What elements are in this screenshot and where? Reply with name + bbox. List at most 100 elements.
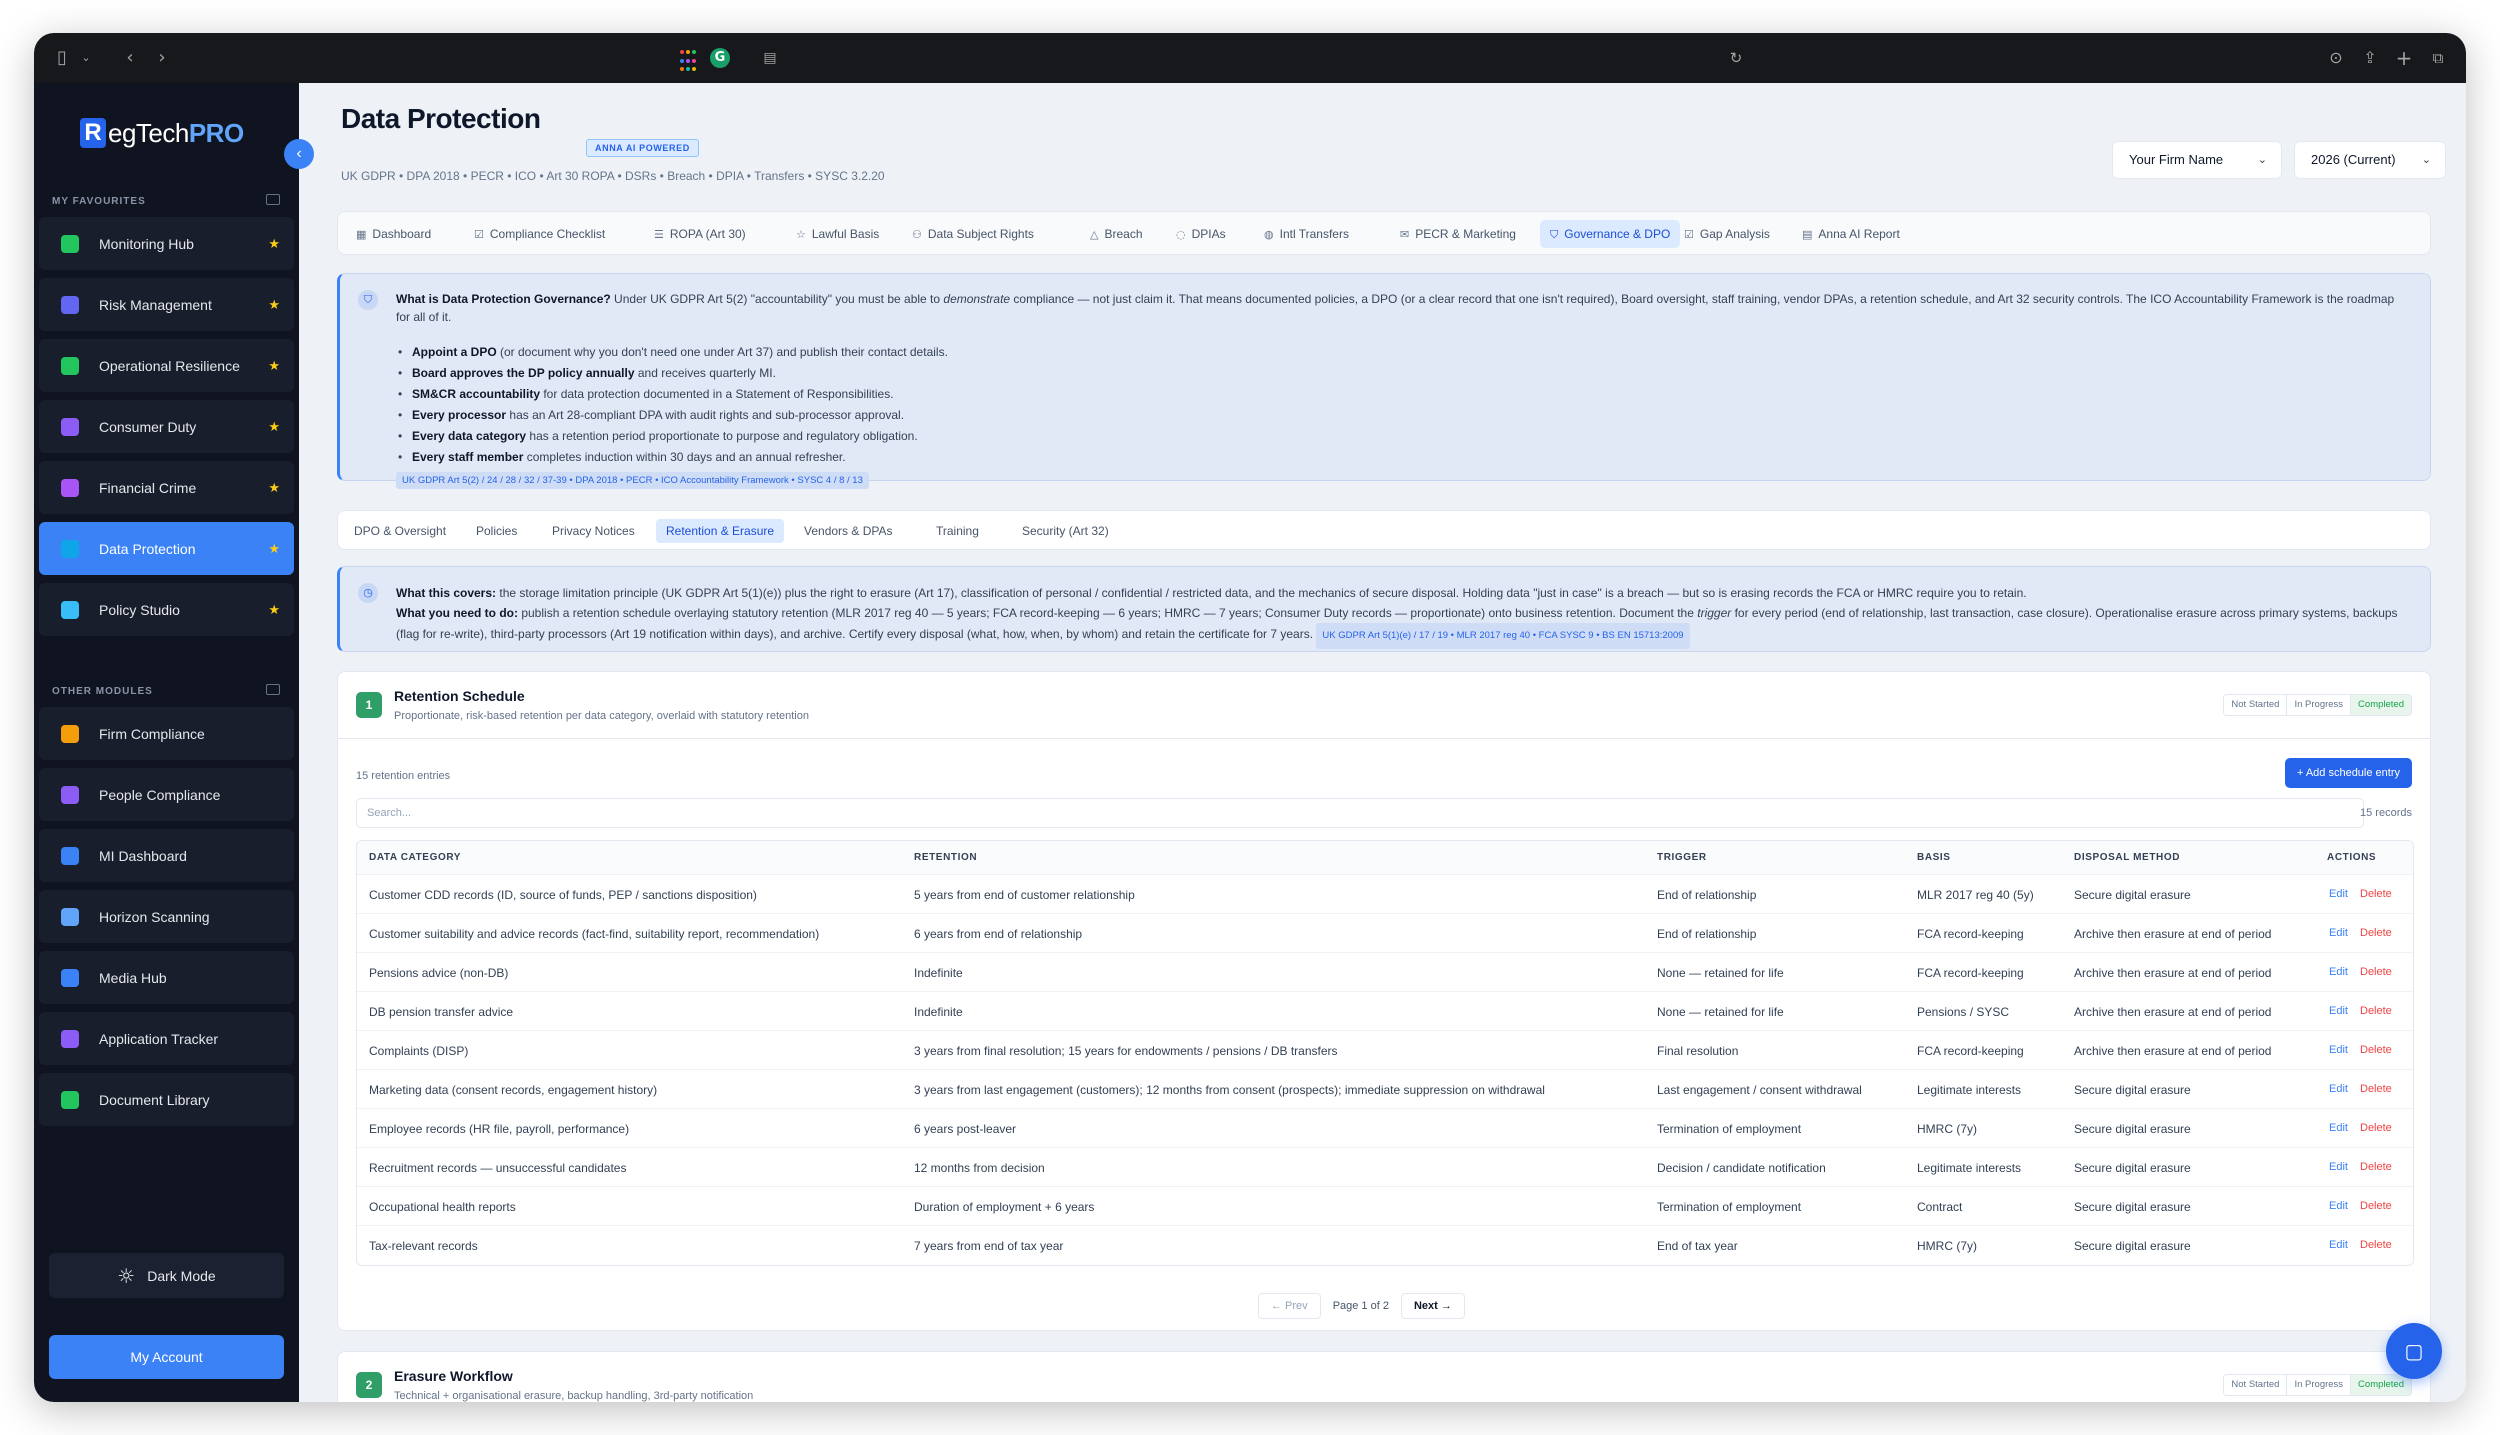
edit-button[interactable]: Edit [2329,888,2348,900]
status-in-progress[interactable]: In Progress [2287,695,2352,715]
next-button[interactable]: Next → [1400,1293,1465,1319]
retention-info-text: What this covers: the storage limitation… [396,583,2406,649]
chevron-down-icon[interactable]: ⌄ [74,46,98,70]
add-schedule-entry-button[interactable]: + Add schedule entry [2284,758,2412,788]
delete-button[interactable]: Delete [2360,1239,2392,1251]
edit-modules-icon[interactable] [266,684,280,695]
chevron-left-icon[interactable]: ‹ [284,139,314,169]
edit-button[interactable]: Edit [2329,1161,2348,1173]
status-in-progress[interactable]: In Progress [2287,1375,2352,1395]
apps-grid-icon[interactable] [680,50,704,74]
cell-disposal: Archive then erasure at end of period [2074,966,2272,980]
subtab-retention-erasure[interactable]: Retention & Erasure [656,519,785,543]
sidebar-item-data-protection[interactable]: Data Protection ★ [39,522,294,575]
status-not-started[interactable]: Not Started [2224,1375,2288,1395]
delete-button[interactable]: Delete [2360,1200,2392,1212]
delete-button[interactable]: Delete [2360,1005,2392,1017]
firm-select[interactable]: Your Firm Name ⌄ [2112,141,2282,179]
chat-icon[interactable]: ▢ [2386,1323,2442,1379]
year-select[interactable]: 2026 (Current) ⌄ [2294,141,2446,179]
sidebar-toggle-icon[interactable]: ▯ [50,46,74,70]
reload-icon[interactable]: ↻ [1724,46,1748,70]
sidebar-item-firm-compliance[interactable]: Firm Compliance [39,707,294,760]
logo[interactable]: R egTech PRO [80,113,244,153]
my-account-button[interactable]: My Account [49,1335,284,1379]
subtab-policies[interactable]: Policies [466,519,527,543]
reader-icon[interactable]: ▤ [758,46,782,70]
delete-button[interactable]: Delete [2360,1122,2392,1134]
sidebar-item-document-library[interactable]: Document Library [39,1073,294,1126]
tab-gap-analysis[interactable]: ☑ Gap Analysis [1674,220,1780,248]
edit-button[interactable]: Edit [2329,966,2348,978]
tab-anna-ai-report[interactable]: ▤ Anna AI Report [1792,220,1910,248]
download-icon[interactable]: ⊙ [2324,46,2348,70]
tab-breach[interactable]: △ Breach [1080,220,1153,248]
forward-icon[interactable]: › [150,46,174,70]
tab-data-subject-rights[interactable]: ⚇ Data Subject Rights [902,220,1044,248]
star-icon[interactable]: ★ [268,236,280,252]
star-icon[interactable]: ★ [268,602,280,618]
delete-button[interactable]: Delete [2360,927,2392,939]
delete-button[interactable]: Delete [2360,1044,2392,1056]
sidebar-item-monitoring-hub[interactable]: Monitoring Hub ★ [39,217,294,270]
sidebar-item-people-compliance[interactable]: People Compliance [39,768,294,821]
tab-dashboard[interactable]: ▦ Dashboard [346,220,441,248]
tab-dpias[interactable]: ◌ DPIAs [1166,220,1236,248]
sidebar-item-consumer-duty[interactable]: Consumer Duty ★ [39,400,294,453]
sidebar-item-horizon-scanning[interactable]: Horizon Scanning [39,890,294,943]
back-icon[interactable]: ‹ [118,46,142,70]
search-input[interactable]: Search... [356,798,2364,828]
subtab-dpo-oversight[interactable]: DPO & Oversight [344,519,456,543]
delete-button[interactable]: Delete [2360,966,2392,978]
subtab-security-art-32-[interactable]: Security (Art 32) [1012,519,1119,543]
delete-button[interactable]: Delete [2360,1083,2392,1095]
edit-favourites-icon[interactable] [266,194,280,205]
status-completed[interactable]: Completed [2351,695,2411,715]
delete-button[interactable]: Delete [2360,1161,2392,1173]
tab-compliance-checklist[interactable]: ☑ Compliance Checklist [464,220,615,248]
tab-governance-dpo[interactable]: ⛉ Governance & DPO [1540,220,1681,248]
sidebar-item-financial-crime[interactable]: Financial Crime ★ [39,461,294,514]
edit-button[interactable]: Edit [2329,1122,2348,1134]
edit-button[interactable]: Edit [2329,927,2348,939]
star-icon[interactable]: ★ [268,480,280,496]
sidebar-item-operational-resilience[interactable]: Operational Resilience ★ [39,339,294,392]
star-icon[interactable]: ★ [268,358,280,374]
edit-button[interactable]: Edit [2329,1083,2348,1095]
logo-text: egTech [108,117,189,148]
dark-mode-button[interactable]: ☼ Dark Mode [49,1253,284,1298]
tab-pecr-marketing[interactable]: ✉ PECR & Marketing [1390,220,1526,248]
cell-trigger: Final resolution [1657,1044,1739,1058]
tabs-overview-icon[interactable]: ⧉ [2426,46,2450,70]
star-icon[interactable]: ★ [268,541,280,557]
status-completed[interactable]: Completed [2351,1375,2411,1395]
star-icon[interactable]: ★ [268,297,280,313]
prev-button[interactable]: ← Prev [1258,1293,1321,1319]
sidebar-item-label: Horizon Scanning [99,908,210,925]
grammarly-icon[interactable]: G [710,48,730,68]
new-tab-icon[interactable]: + [2392,46,2416,70]
tab-icon: ☰ [654,228,664,241]
col-basis: BASIS [1917,852,1951,863]
tab-ropa-art-30-[interactable]: ☰ ROPA (Art 30) [644,220,756,248]
delete-button[interactable]: Delete [2360,888,2392,900]
sidebar-item-policy-studio[interactable]: Policy Studio ★ [39,583,294,636]
status-not-started[interactable]: Not Started [2224,695,2288,715]
card-subtitle: Proportionate, risk-based retention per … [394,710,809,722]
edit-button[interactable]: Edit [2329,1005,2348,1017]
sidebar-item-media-hub[interactable]: Media Hub [39,951,294,1004]
tab-intl-transfers[interactable]: ◍ Intl Transfers [1254,220,1359,248]
star-icon[interactable]: ★ [268,419,280,435]
edit-button[interactable]: Edit [2329,1200,2348,1212]
sidebar-item-application-tracker[interactable]: Application Tracker [39,1012,294,1065]
sidebar-item-mi-dashboard[interactable]: MI Dashboard [39,829,294,882]
edit-button[interactable]: Edit [2329,1044,2348,1056]
tab-lawful-basis[interactable]: ☆ Lawful Basis [786,220,889,248]
subtab-training[interactable]: Training [926,519,989,543]
share-icon[interactable]: ⇪ [2358,46,2382,70]
subtab-vendors-dpas[interactable]: Vendors & DPAs [794,519,903,543]
tab-icon: ☆ [796,228,806,241]
subtab-privacy-notices[interactable]: Privacy Notices [542,519,645,543]
edit-button[interactable]: Edit [2329,1239,2348,1251]
sidebar-item-risk-management[interactable]: Risk Management ★ [39,278,294,331]
